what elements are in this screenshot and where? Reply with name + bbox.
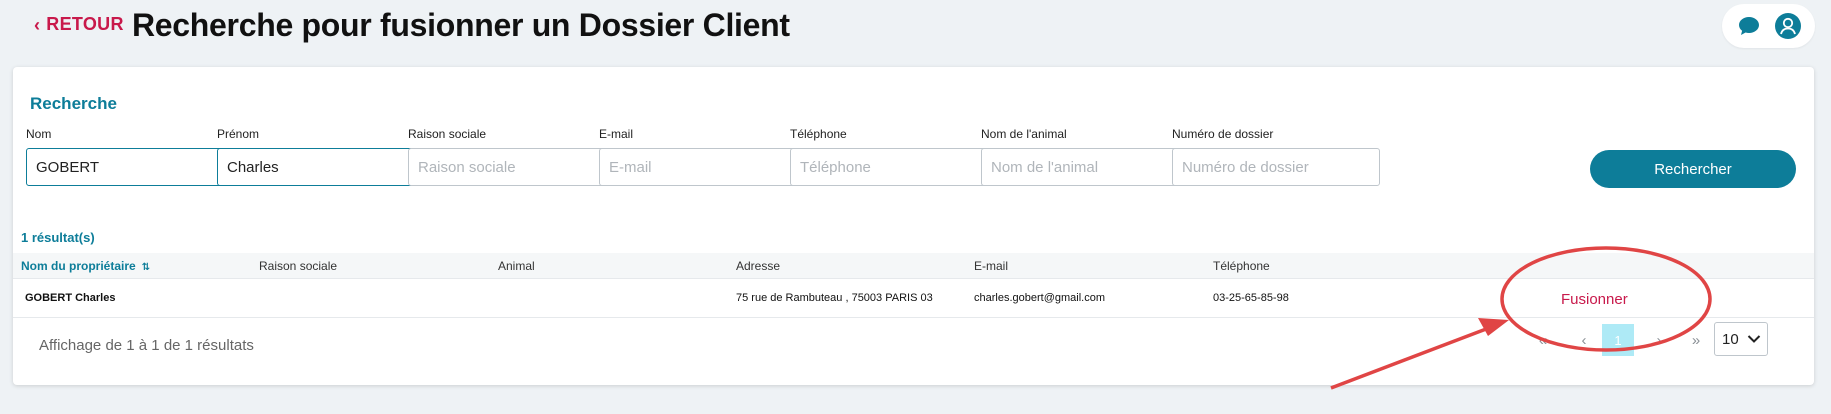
numero-dossier-input[interactable] xyxy=(1172,148,1380,186)
result-count: 1 résultat(s) xyxy=(21,230,95,245)
prev-page-button[interactable]: ‹ xyxy=(1568,324,1600,356)
field-label: Numéro de dossier xyxy=(1172,127,1274,141)
field-label: E-mail xyxy=(599,127,634,141)
field-telephone: Téléphone xyxy=(790,127,998,186)
column-label: Nom du propriétaire xyxy=(21,259,136,273)
chevron-left-icon: ‹ xyxy=(34,14,41,35)
back-link[interactable]: ‹ RETOUR xyxy=(34,14,124,35)
section-title: Recherche xyxy=(30,94,117,113)
user-button[interactable] xyxy=(1774,12,1802,40)
field-email: E-mail xyxy=(599,127,807,186)
user-avatar-icon xyxy=(1774,13,1801,39)
field-label: Raison sociale xyxy=(408,127,487,141)
last-page-button[interactable]: » xyxy=(1680,324,1712,356)
field-label: Téléphone xyxy=(790,127,847,141)
column-header-animal: Animal xyxy=(498,259,535,273)
field-prenom: Prénom xyxy=(217,127,425,186)
prenom-input[interactable] xyxy=(217,148,425,186)
first-page-button[interactable]: « xyxy=(1527,324,1559,356)
page-size-select[interactable]: 10 xyxy=(1714,322,1768,356)
column-header-company: Raison sociale xyxy=(259,259,338,273)
chevron-down-icon xyxy=(1747,335,1761,343)
chat-button[interactable] xyxy=(1735,12,1763,40)
table-row: GOBERT Charles 75 rue de Rambuteau , 750… xyxy=(13,279,1814,318)
next-page-button[interactable]: › xyxy=(1643,324,1675,356)
column-header-email: E-mail xyxy=(974,259,1009,273)
field-numero-dossier: Numéro de dossier xyxy=(1172,127,1380,186)
table-header: Nom du propriétaire ⇅ Raison sociale Anim… xyxy=(13,253,1814,279)
back-label: RETOUR xyxy=(46,14,124,34)
sort-icon[interactable]: ⇅ xyxy=(142,262,150,273)
merge-link[interactable]: Fusionner xyxy=(1561,291,1628,308)
field-label: Nom xyxy=(26,127,52,141)
search-card: Recherche Nom Prénom Raison sociale E-ma… xyxy=(13,67,1814,385)
field-label: Prénom xyxy=(217,127,260,141)
chat-bubble-icon xyxy=(1739,17,1760,35)
nom-input[interactable] xyxy=(26,148,234,186)
cell-phone: 03-25-65-85-98 xyxy=(1213,292,1289,304)
nom-animal-input[interactable] xyxy=(981,148,1189,186)
column-header-address: Adresse xyxy=(736,259,781,273)
telephone-input[interactable] xyxy=(790,148,998,186)
cell-email: charles.gobert@gmail.com xyxy=(974,292,1105,304)
top-actions xyxy=(1722,4,1815,48)
top-bar: ‹ RETOUR Recherche pour fusionner un Dos… xyxy=(0,0,1831,60)
cell-owner: GOBERT Charles xyxy=(25,292,116,304)
page-size-value: 10 xyxy=(1722,330,1739,348)
pagination-info: Affichage de 1 à 1 de 1 résultats xyxy=(39,337,254,354)
email-input[interactable] xyxy=(599,148,807,186)
column-header-owner[interactable]: Nom du propriétaire ⇅ xyxy=(21,259,150,273)
column-header-phone: Téléphone xyxy=(1213,259,1270,273)
field-nom: Nom xyxy=(26,127,234,186)
cell-address: 75 rue de Rambuteau , 75003 PARIS 03 xyxy=(736,292,933,304)
field-raison-sociale: Raison sociale xyxy=(408,127,616,186)
field-label: Nom de l'animal xyxy=(981,127,1067,141)
page-title: Recherche pour fusionner un Dossier Clie… xyxy=(132,7,790,43)
field-nom-animal: Nom de l'animal xyxy=(981,127,1189,186)
search-button[interactable]: Rechercher xyxy=(1590,150,1796,188)
raison-sociale-input[interactable] xyxy=(408,148,616,186)
page-button-current[interactable]: 1 xyxy=(1602,324,1634,356)
